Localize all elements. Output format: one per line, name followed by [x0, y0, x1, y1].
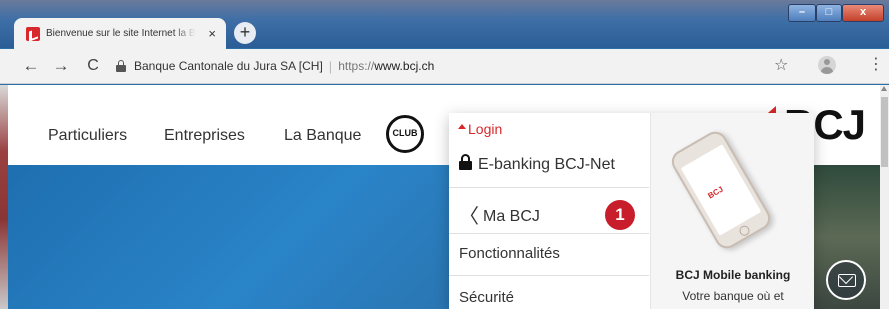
menu-item-ebanking-label: E-banking BCJ-Net: [478, 156, 615, 173]
window-maximize-button[interactable]: □: [816, 4, 842, 22]
bcj-chevron-icon: 〈: [459, 206, 479, 228]
reload-icon[interactable]: C: [82, 55, 104, 77]
tab-title: Bienvenue sur le site Internet la BCJ: [46, 28, 196, 39]
phone-screen: BCJ: [680, 144, 762, 236]
url-scheme: https://: [338, 59, 375, 73]
login-dropdown: Login E-banking BCJ-Net 〈 Ma BCJ 1 Foncti…: [449, 113, 814, 309]
scroll-up-arrow-icon[interactable]: [881, 86, 887, 91]
menu-item-fonctionnalites[interactable]: Fonctionnalités: [449, 233, 649, 275]
caret-up-icon: [458, 124, 466, 129]
mobile-banking-promo[interactable]: BCJ BCJ Mobile banking Votre banque où e…: [650, 113, 814, 309]
menu-item-ma-bcj[interactable]: 〈 Ma BCJ 1: [449, 187, 649, 233]
lock-icon: [459, 154, 472, 170]
browser-titlebar: Bienvenue sur le site Internet la BCJ × …: [0, 0, 889, 49]
menu-item-fonctionnalites-label: Fonctionnalités: [459, 245, 560, 262]
club-logo-button[interactable]: CLUB: [386, 115, 424, 153]
page-left-edge: [0, 85, 8, 309]
secure-lock-icon[interactable]: [116, 60, 126, 72]
site-origin[interactable]: Banque Cantonale du Jura SA [CH]: [134, 59, 323, 73]
tab-close-icon[interactable]: ×: [208, 26, 216, 41]
smartphone-image: BCJ: [667, 127, 775, 253]
bcj-favicon-icon: [26, 26, 40, 41]
url-host: www.bcj.ch: [374, 59, 435, 73]
nav-la-banque[interactable]: La Banque: [284, 127, 361, 145]
menu-item-securite[interactable]: Sécurité: [449, 275, 649, 309]
browser-tab[interactable]: Bienvenue sur le site Internet la BCJ ×: [14, 18, 226, 49]
bookmark-star-icon[interactable]: ☆: [774, 55, 788, 75]
web-page: Particuliers Entreprises La Banque CLUB …: [0, 85, 889, 309]
phone-bcj-logo: BCJ: [706, 184, 725, 201]
login-menu-list: E-banking BCJ-Net 〈 Ma BCJ 1 Fonctionnali…: [449, 143, 649, 309]
forward-arrow-icon[interactable]: →: [50, 55, 72, 77]
step-badge: 1: [605, 200, 635, 230]
back-arrow-icon[interactable]: ←: [20, 55, 42, 77]
scroll-thumb[interactable]: [881, 97, 888, 167]
login-toggle[interactable]: Login: [449, 113, 649, 143]
profile-avatar-icon[interactable]: [818, 56, 836, 74]
promo-title: BCJ Mobile banking: [675, 268, 791, 282]
window-close-button[interactable]: x: [842, 4, 884, 22]
menu-item-securite-label: Sécurité: [459, 289, 515, 306]
login-label[interactable]: Login: [468, 121, 502, 137]
nav-entreprises[interactable]: Entreprises: [164, 127, 245, 145]
url-field[interactable]: https://www.bcj.ch: [338, 59, 434, 73]
nav-particuliers[interactable]: Particuliers: [48, 127, 127, 145]
menu-item-ma-bcj-label: Ma BCJ: [483, 208, 540, 225]
url-separator: |: [328, 58, 333, 74]
browser-menu-icon[interactable]: ⋮: [868, 55, 884, 75]
phone-home-button: [737, 223, 752, 238]
page-scrollbar[interactable]: [880, 85, 889, 309]
address-bar: ← → C Banque Cantonale du Jura SA [CH] |…: [0, 49, 889, 84]
contact-mail-icon[interactable]: [826, 260, 866, 300]
menu-item-ebanking[interactable]: E-banking BCJ-Net: [449, 143, 649, 187]
new-tab-button[interactable]: +: [234, 22, 256, 44]
promo-text: Votre banque où et: [682, 289, 784, 303]
window-minimize-button[interactable]: –: [788, 4, 816, 22]
